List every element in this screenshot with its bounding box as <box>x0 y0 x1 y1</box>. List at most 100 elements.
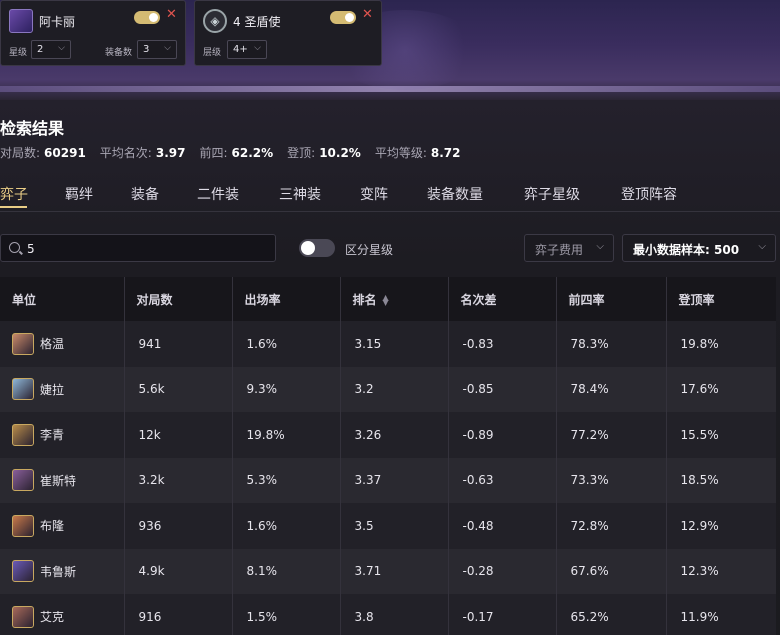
cell-rank: 3.26 <box>340 412 449 458</box>
cell-games: 3.2k <box>124 457 233 503</box>
unit-name: 婕拉 <box>40 382 65 397</box>
cell-rank: 3.37 <box>340 457 449 503</box>
unit-avatar <box>12 378 34 401</box>
col-rank[interactable]: 排名 ▲ ▼ <box>340 277 449 321</box>
tab-three-items[interactable]: 三神装 <box>279 184 321 204</box>
filter-card-champion: 阿卡丽 ✕ 星级 2 ⌵ 装备数 3 ⌵ <box>0 0 186 66</box>
table-row[interactable]: 婕拉 5.6k 9.3% 3.2 -0.85 78.4% 17.6% <box>0 366 776 412</box>
cell-rank: 3.2 <box>340 366 449 412</box>
col-win-rate[interactable]: 登顶率 <box>666 277 776 321</box>
table-row[interactable]: 布隆 936 1.6% 3.5 -0.48 72.8% 12.9% <box>0 503 776 549</box>
search-box <box>0 234 276 262</box>
stat-avg-level: 平均等级: 8.72 <box>374 146 461 160</box>
col-games[interactable]: 对局数 <box>124 277 233 321</box>
akali-champion-icon <box>9 9 33 33</box>
distinguish-stars-toggle[interactable] <box>299 239 335 257</box>
cell-pick-rate: 8.1% <box>232 548 341 594</box>
results-stats: 对局数: 60291 平均名次: 3.97 前四: 62.2% 登顶: 10.2% 平均… <box>0 144 460 161</box>
table-row[interactable]: 崔斯特 3.2k 5.3% 3.37 -0.63 73.3% 18.5% <box>0 457 776 503</box>
chevron-down-icon: ⌵ <box>58 43 65 53</box>
unit-avatar <box>12 423 34 446</box>
cell-games: 4.9k <box>124 548 233 594</box>
cell-rank: 3.5 <box>340 503 449 549</box>
cell-games: 916 <box>124 594 233 635</box>
cell-top4-rate: 78.3% <box>556 321 667 367</box>
tab-traits[interactable]: 羁绊 <box>65 184 93 204</box>
cell-pick-rate: 1.6% <box>232 321 341 367</box>
filter-field-label: 层级 <box>203 48 222 58</box>
cell-top4-rate: 67.6% <box>556 548 667 594</box>
tabs-divider <box>0 211 780 212</box>
cell-games: 5.6k <box>124 366 233 412</box>
unit-cost-select[interactable]: 弈子费用 ⌵ <box>524 234 614 262</box>
cell-top4-rate: 72.8% <box>556 503 667 549</box>
stat-avg-place: 平均名次: 3.97 <box>99 146 186 160</box>
tab-variants[interactable]: 变阵 <box>360 184 388 204</box>
tab-unit-stars[interactable]: 弈子星级 <box>524 184 580 204</box>
tier-select[interactable]: 4+ ⌵ <box>227 40 267 59</box>
unit-name: 李青 <box>40 428 65 443</box>
cell-win-rate: 11.9% <box>666 594 776 635</box>
table-row[interactable]: 韦鲁斯 4.9k 8.1% 3.71 -0.28 67.6% 12.3% <box>0 548 776 594</box>
min-sample-select[interactable]: 最小数据样本: 500 ⌵ <box>622 234 776 262</box>
cell-top4-rate: 65.2% <box>556 594 667 635</box>
cell-place-diff: -0.85 <box>448 366 557 412</box>
unit-avatar <box>12 560 34 583</box>
stat-games: 对局数: 60291 <box>0 146 86 160</box>
col-top4-rate[interactable]: 前四率 <box>556 277 667 321</box>
unit-avatar <box>12 469 34 492</box>
unit-avatar <box>12 514 34 537</box>
cell-pick-rate: 9.3% <box>232 366 341 412</box>
aegis-trait-icon: ◈ <box>203 9 227 33</box>
unit-name: 布隆 <box>40 519 65 534</box>
cell-place-diff: -0.28 <box>448 548 557 594</box>
chevron-down-icon: ⌵ <box>164 43 171 53</box>
cell-rank: 3.15 <box>340 321 449 367</box>
cell-win-rate: 18.5% <box>666 457 776 503</box>
close-icon[interactable]: ✕ <box>362 8 373 22</box>
tab-items[interactable]: 装备 <box>131 184 159 204</box>
cell-pick-rate: 1.5% <box>232 594 341 635</box>
tab-item-count[interactable]: 装备数量 <box>427 184 483 204</box>
cell-games: 12k <box>124 412 233 458</box>
cell-win-rate: 12.3% <box>666 548 776 594</box>
cell-games: 936 <box>124 503 233 549</box>
tab-top-comps[interactable]: 登顶阵容 <box>621 184 677 204</box>
search-input[interactable] <box>27 240 267 257</box>
cell-rank: 3.71 <box>340 548 449 594</box>
sort-icon: ▲ ▼ <box>382 293 389 307</box>
close-icon[interactable]: ✕ <box>166 8 177 22</box>
filter-enable-toggle[interactable] <box>134 11 160 24</box>
filter-name: 阿卡丽 <box>39 15 76 29</box>
filter-field-label: 装备数 <box>105 48 133 58</box>
table-row[interactable]: 李青 12k 19.8% 3.26 -0.89 77.2% 15.5% <box>0 412 776 458</box>
cell-top4-rate: 78.4% <box>556 366 667 412</box>
unit-name: 艾克 <box>40 610 65 625</box>
unit-avatar <box>12 605 34 628</box>
table-row[interactable]: 格温 941 1.6% 3.15 -0.83 78.3% 19.8% <box>0 321 776 367</box>
cell-pick-rate: 19.8% <box>232 412 341 458</box>
filter-enable-toggle[interactable] <box>330 11 356 24</box>
unit-name: 格温 <box>40 337 65 352</box>
table-header-row: 单位 对局数 出场率 排名 ▲ ▼ 名次差 前四率 登顶率 <box>0 277 776 321</box>
tab-units[interactable]: 弈子 <box>0 184 28 204</box>
table-row[interactable]: 艾克 916 1.5% 3.8 -0.17 65.2% 11.9% <box>0 594 776 635</box>
active-tab-indicator <box>0 206 27 208</box>
toggle-label: 区分星级 <box>345 243 394 257</box>
col-unit[interactable]: 单位 <box>0 277 125 321</box>
col-place-diff[interactable]: 名次差 <box>448 277 557 321</box>
col-pick-rate[interactable]: 出场率 <box>232 277 341 321</box>
cell-top4-rate: 73.3% <box>556 457 667 503</box>
cell-pick-rate: 1.6% <box>232 503 341 549</box>
cell-place-diff: -0.89 <box>448 412 557 458</box>
filter-field-label: 星级 <box>9 48 28 58</box>
item-count-select[interactable]: 3 ⌵ <box>137 40 177 59</box>
unit-avatar <box>12 332 34 355</box>
cell-pick-rate: 5.3% <box>232 457 341 503</box>
results-title: 检索结果 <box>0 119 65 138</box>
filter-name: 4 圣盾使 <box>233 15 281 29</box>
tab-two-items[interactable]: 二件装 <box>197 184 239 204</box>
star-level-select[interactable]: 2 ⌵ <box>31 40 71 59</box>
unit-name: 崔斯特 <box>40 473 77 488</box>
cell-win-rate: 15.5% <box>666 412 776 458</box>
